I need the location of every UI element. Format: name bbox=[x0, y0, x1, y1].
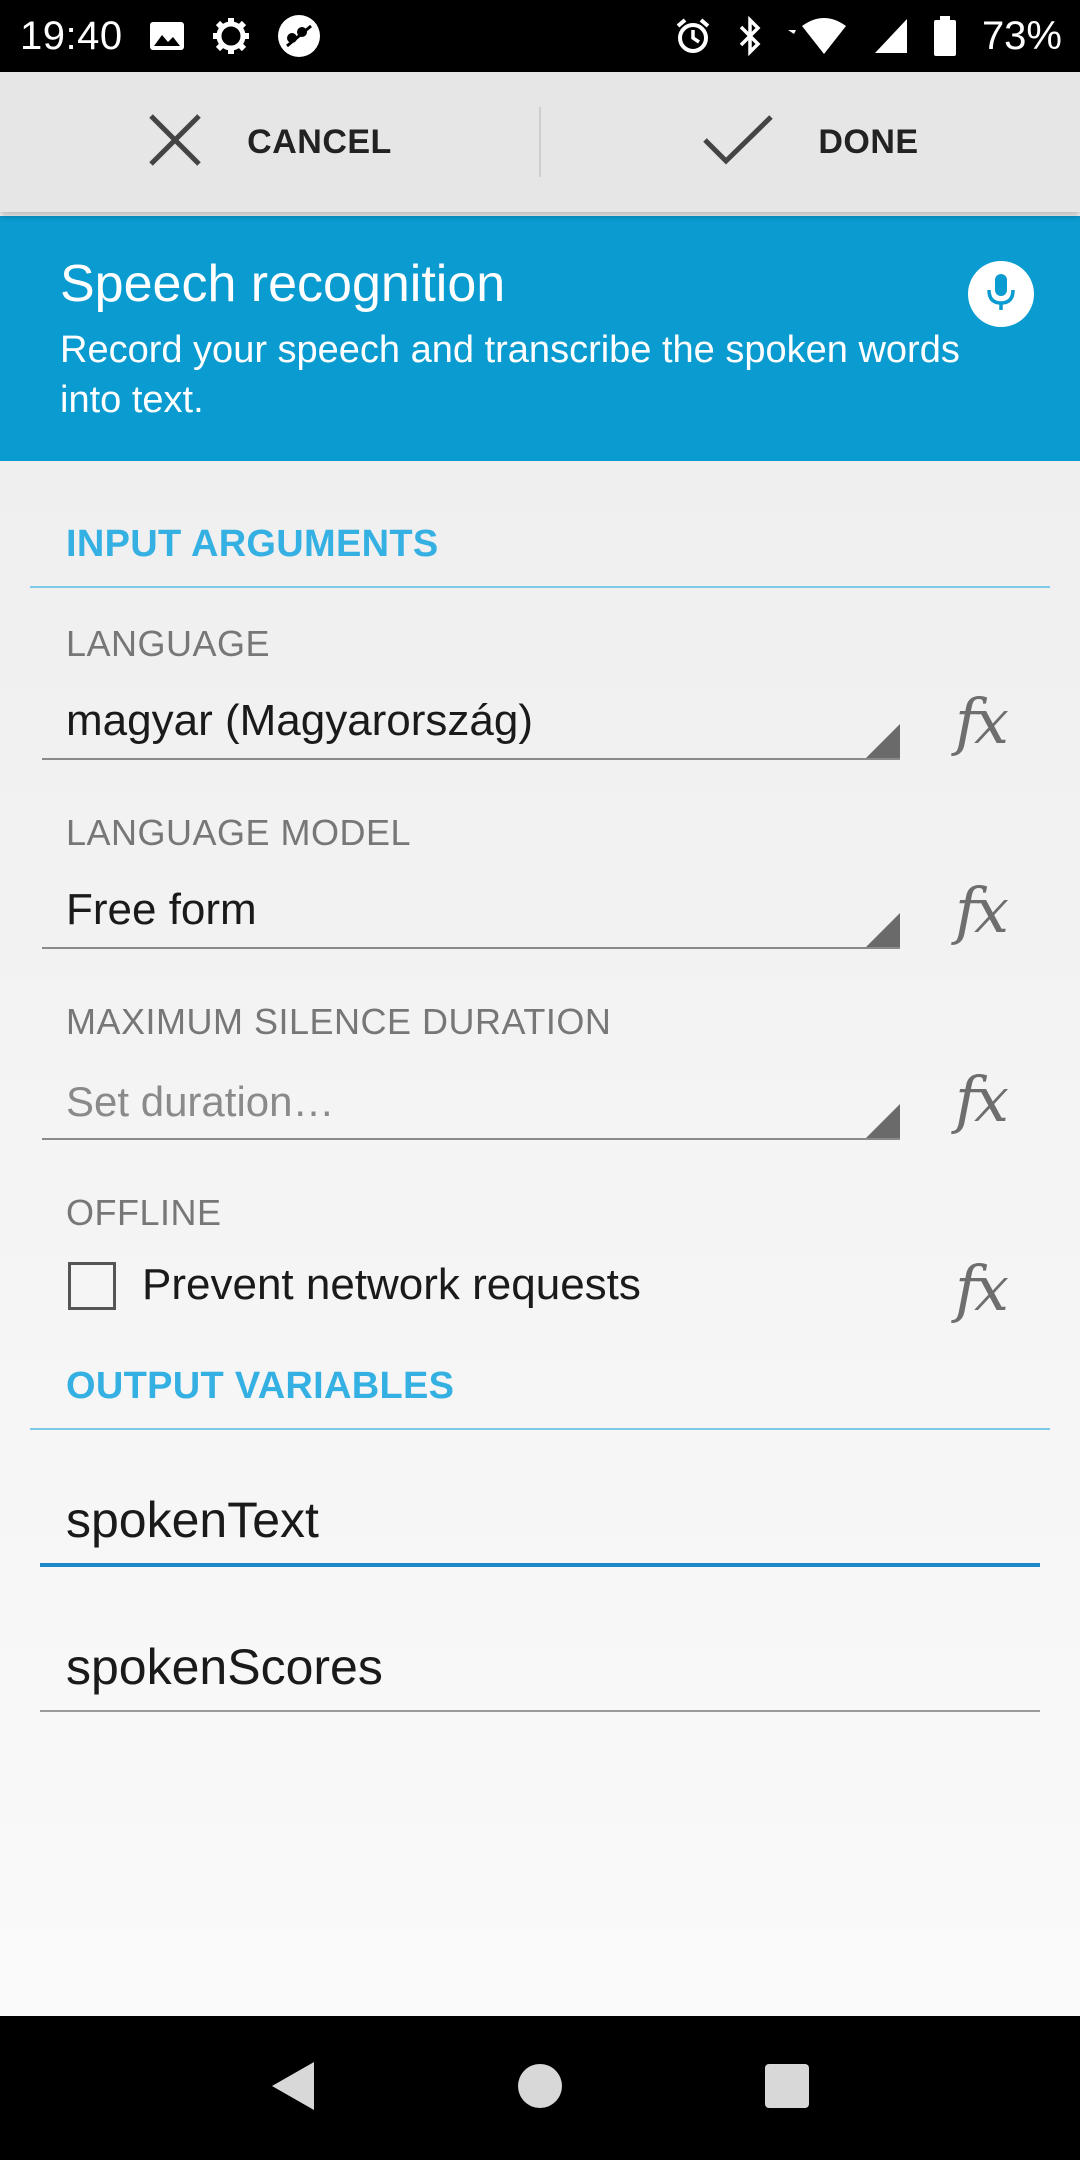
status-bar: 19:40 73% bbox=[0, 0, 1080, 72]
spoken-scores-field[interactable]: spokenScores bbox=[40, 1632, 1040, 1712]
language-model-fx-button[interactable]: fx bbox=[940, 870, 1020, 950]
output-variables-header: OUTPUT VARIABLES bbox=[66, 1365, 455, 1407]
microphone-icon bbox=[985, 272, 1017, 317]
settings-gear-icon bbox=[211, 16, 251, 56]
dropdown-arrow-icon bbox=[866, 913, 900, 947]
image-icon bbox=[149, 21, 185, 51]
spoken-text-value: spokenText bbox=[66, 1492, 319, 1548]
home-circle-icon bbox=[517, 2063, 563, 2114]
bluetooth-icon bbox=[738, 16, 762, 56]
language-value: magyar (Magyarország) bbox=[66, 696, 534, 745]
max-silence-dropdown[interactable]: Set duration… bbox=[42, 1074, 900, 1140]
recents-button[interactable] bbox=[742, 2043, 832, 2133]
page-title: Speech recognition bbox=[60, 255, 506, 313]
dropdown-arrow-icon bbox=[866, 724, 900, 758]
spoken-scores-value: spokenScores bbox=[66, 1639, 383, 1695]
done-label: DONE bbox=[818, 122, 919, 161]
offline-fx-button[interactable]: fx bbox=[940, 1248, 1020, 1328]
max-silence-placeholder: Set duration… bbox=[66, 1078, 335, 1125]
battery-icon bbox=[933, 16, 956, 56]
max-silence-fx-button[interactable]: fx bbox=[940, 1059, 1020, 1139]
input-arguments-header: INPUT ARGUMENTS bbox=[66, 523, 439, 565]
language-model-value: Free form bbox=[66, 885, 257, 934]
cancel-button[interactable]: CANCEL bbox=[0, 72, 539, 212]
section-divider bbox=[30, 586, 1050, 588]
language-model-dropdown[interactable]: Free form bbox=[42, 883, 900, 949]
max-silence-label: MAXIMUM SILENCE DURATION bbox=[66, 1001, 612, 1042]
section-divider bbox=[30, 1428, 1050, 1430]
status-right: 73% bbox=[674, 14, 1062, 59]
dropdown-arrow-icon bbox=[866, 1104, 900, 1138]
status-time: 19:40 bbox=[20, 13, 123, 58]
cancel-label: CANCEL bbox=[247, 122, 392, 161]
language-label: LANGUAGE bbox=[66, 623, 271, 664]
language-dropdown[interactable]: magyar (Magyarország) bbox=[42, 694, 900, 760]
form-content: INPUT ARGUMENTS LANGUAGE magyar (Magyaro… bbox=[0, 461, 1080, 2016]
recents-square-icon bbox=[764, 2063, 810, 2114]
function-icon: fx bbox=[955, 1062, 1009, 1136]
navigation-bar bbox=[0, 2016, 1080, 2160]
back-triangle-icon bbox=[270, 2060, 316, 2117]
close-icon bbox=[147, 112, 203, 173]
microphone-button[interactable] bbox=[968, 261, 1034, 327]
function-icon: fx bbox=[955, 873, 1009, 947]
function-icon: fx bbox=[955, 1251, 1009, 1325]
done-button[interactable]: DONE bbox=[541, 72, 1080, 212]
cell-signal-icon bbox=[874, 18, 908, 54]
back-button[interactable] bbox=[248, 2043, 338, 2133]
offline-label: OFFLINE bbox=[66, 1192, 222, 1233]
checkmark-icon bbox=[702, 114, 774, 171]
prevent-network-label[interactable]: Prevent network requests bbox=[142, 1260, 641, 1310]
battery-percentage: 73% bbox=[981, 13, 1062, 58]
page-description: Record your speech and transcribe the sp… bbox=[60, 329, 960, 422]
status-left: 19:40 bbox=[20, 14, 321, 59]
spoken-text-field[interactable]: spokenText bbox=[40, 1487, 1040, 1567]
action-bar: CANCEL DONE bbox=[0, 72, 1080, 212]
home-button[interactable] bbox=[495, 2043, 585, 2133]
wifi-icon bbox=[787, 16, 848, 56]
language-model-label: LANGUAGE MODEL bbox=[66, 812, 412, 853]
language-fx-button[interactable]: fx bbox=[940, 681, 1020, 761]
prevent-network-checkbox[interactable] bbox=[68, 1262, 116, 1310]
header-banner: Speech recognition Record your speech an… bbox=[0, 216, 1080, 461]
function-icon: fx bbox=[955, 684, 1009, 758]
alarm-icon bbox=[674, 17, 712, 55]
app-notification-icon bbox=[277, 14, 321, 58]
